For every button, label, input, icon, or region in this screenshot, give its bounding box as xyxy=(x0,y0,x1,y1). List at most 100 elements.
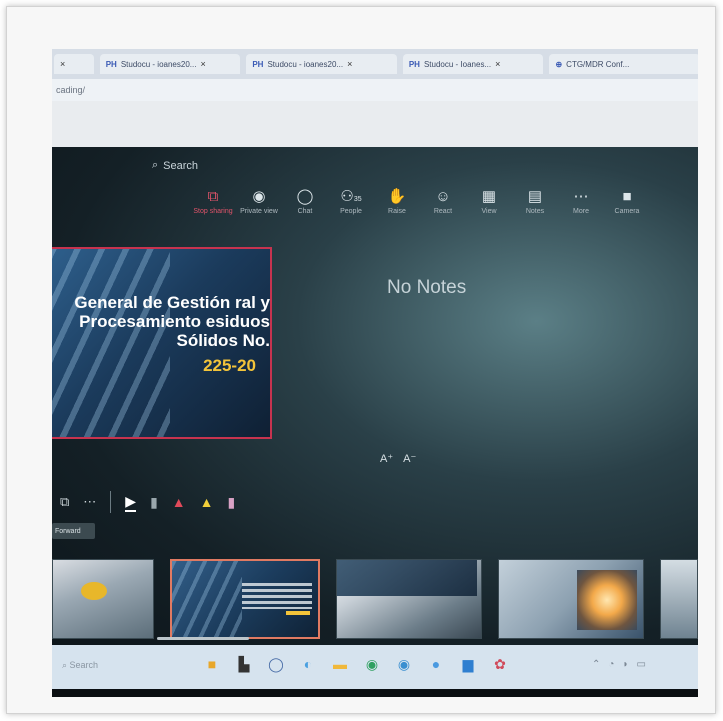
camera-button[interactable]: ■ Camera xyxy=(604,188,650,216)
app-icon[interactable]: ✿ xyxy=(490,656,510,673)
tab-label: Studocu - ioanes20... xyxy=(120,59,197,69)
meeting-toolbar: ⧉ Stop sharing ◉ Private view ◯ Chat ⚇35… xyxy=(190,188,650,216)
browser-tab[interactable]: PH Studocu - Ioanes... × xyxy=(402,54,544,74)
search-icon: ⌕ xyxy=(152,159,159,171)
more-button[interactable]: ⋯ More xyxy=(558,188,604,216)
raise-hand-button[interactable]: ✋ Raise xyxy=(374,188,420,216)
browser-tab[interactable]: ⊕ CTG/MDR Conf... xyxy=(549,54,698,74)
taskbar-search-label: Search xyxy=(69,660,99,670)
notes-icon: ▤ xyxy=(527,188,543,205)
file-explorer-icon[interactable]: ▬ xyxy=(330,656,350,673)
chat-app-icon[interactable]: ◯ xyxy=(266,656,286,673)
taskbar-search[interactable]: ⌕ Search xyxy=(62,660,98,671)
private-view-button[interactable]: ◉ Private view xyxy=(236,188,282,216)
notes-placeholder: No Notes xyxy=(387,277,467,298)
tool-label: More xyxy=(573,208,589,215)
taskbar-apps: ■ ▙ ◯ ◐ ▬ ◉ ◉ ● ▆ ✿ xyxy=(202,656,510,673)
close-tab-icon[interactable]: × xyxy=(200,59,205,69)
chat-icon: ◯ xyxy=(296,188,314,205)
increase-font-button[interactable]: A⁺ xyxy=(380,452,393,465)
wifi-icon[interactable]: ◔ xyxy=(608,659,614,670)
app-icon[interactable]: ● xyxy=(426,656,446,673)
chevron-up-icon[interactable]: ⌃ xyxy=(592,659,600,670)
search-icon: ⌕ xyxy=(62,660,70,670)
decrease-font-button[interactable]: A⁻ xyxy=(403,452,416,465)
react-button[interactable]: ☺ React xyxy=(420,188,466,216)
forward-button[interactable]: Forward xyxy=(52,523,95,539)
slide-thumbnail[interactable] xyxy=(660,559,698,639)
tool-label: Raise xyxy=(388,208,406,215)
close-tab-icon[interactable]: × xyxy=(347,59,352,69)
address-text: cading/ xyxy=(56,85,86,95)
studocu-icon: PH xyxy=(252,59,264,69)
more-icon: ⋯ xyxy=(573,188,589,205)
monitor-bezel xyxy=(52,689,698,697)
camera-icon: ■ xyxy=(622,188,632,205)
stop-sharing-button[interactable]: ⧉ Stop sharing xyxy=(190,188,236,216)
slide-number-text: 225-20 xyxy=(203,356,256,375)
store-icon[interactable]: ▆ xyxy=(458,656,478,673)
tab-label: Studocu - ioanes20... xyxy=(267,59,344,69)
view-button[interactable]: ▦ View xyxy=(466,188,512,216)
edge-icon[interactable]: ◐ xyxy=(298,656,318,673)
thumbnail-graphic xyxy=(172,561,242,637)
chat-button[interactable]: ◯ Chat xyxy=(282,188,328,216)
view-icon: ▦ xyxy=(481,188,497,205)
people-count: 35 xyxy=(353,196,362,203)
browser-tab-bar: × PH Studocu - ioanes20... × PH Studocu … xyxy=(52,49,698,79)
browser-tab[interactable]: PH Studocu - ioanes20... × xyxy=(99,54,241,74)
eraser-icon[interactable]: ▮ xyxy=(150,494,158,511)
notes-button[interactable]: ▤ Notes xyxy=(512,188,558,216)
slide-thumbnail-current[interactable] xyxy=(170,559,320,639)
close-tab-icon[interactable]: × xyxy=(495,59,500,69)
tool-label: React xyxy=(433,208,453,215)
slide-thumbnail[interactable] xyxy=(336,559,482,639)
eye-icon: ◉ xyxy=(252,188,266,205)
copy-icon[interactable]: ⧉ xyxy=(60,494,69,510)
thumbnail-graphic xyxy=(337,560,477,596)
slide-thumbnail[interactable] xyxy=(498,559,644,639)
folder-icon[interactable]: ■ xyxy=(202,656,222,673)
browser-tab[interactable]: × xyxy=(54,54,94,74)
globe-icon: ⊕ xyxy=(555,59,563,69)
browser-tab[interactable]: PH Studocu - ioanes20... × xyxy=(246,54,397,74)
thumbnail-accent xyxy=(286,611,310,615)
system-tray: ⌃ ◔ ◗ ▭ xyxy=(592,659,646,670)
tab-label: CTG/MDR Conf... xyxy=(566,59,630,69)
page-blank-area xyxy=(52,101,698,147)
screen-photo: × PH Studocu - ioanes20... × PH Studocu … xyxy=(52,49,698,697)
task-view-icon[interactable]: ▙ xyxy=(234,656,254,673)
laser-pointer-icon[interactable]: ▶ xyxy=(125,493,137,512)
tool-label: Stop sharing xyxy=(193,208,233,215)
current-slide: General de Gestión ral y Procesamiento e… xyxy=(52,247,272,439)
tab-label: Studocu - Ioanes... xyxy=(423,59,492,69)
volume-icon[interactable]: ◗ xyxy=(622,659,628,670)
browser-icon[interactable]: ◉ xyxy=(394,656,414,673)
search-label: Search xyxy=(163,159,199,172)
slide-thumbnail[interactable] xyxy=(52,559,154,639)
tool-label: Private view xyxy=(240,208,278,215)
more-icon[interactable]: ⋯ xyxy=(83,494,96,510)
address-bar[interactable]: cading/ xyxy=(52,79,698,102)
react-icon: ☺ xyxy=(435,188,451,205)
tool-label: People xyxy=(340,208,362,215)
close-tab-icon[interactable]: × xyxy=(60,59,65,69)
people-button[interactable]: ⚇35 People xyxy=(328,189,374,216)
pink-pen-icon[interactable]: ▮ xyxy=(228,494,236,511)
slide-title: General de Gestión ral y Procesamiento e… xyxy=(74,293,270,350)
tool-label: Notes xyxy=(525,208,545,215)
raise-hand-icon: ✋ xyxy=(387,188,407,205)
divider xyxy=(110,491,112,513)
photo-frame: × PH Studocu - ioanes20... × PH Studocu … xyxy=(6,6,716,714)
red-pen-icon[interactable]: ▲ xyxy=(172,494,186,510)
highlighter-icon[interactable]: ▲ xyxy=(200,494,214,510)
teams-search[interactable]: ⌕ Search xyxy=(152,159,198,172)
tool-label: Camera xyxy=(614,208,640,215)
thumbnail-scrollbar[interactable] xyxy=(157,637,249,640)
stop-share-icon: ⧉ xyxy=(207,188,219,205)
thumbnail-text-lines xyxy=(242,583,312,609)
chrome-icon[interactable]: ◉ xyxy=(362,656,382,673)
slide-tools: ⧉ ⋯ ▶ ▮ ▲ ▲ ▮ xyxy=(60,491,235,513)
battery-icon[interactable]: ▭ xyxy=(636,659,645,670)
studocu-icon: PH xyxy=(105,59,117,69)
